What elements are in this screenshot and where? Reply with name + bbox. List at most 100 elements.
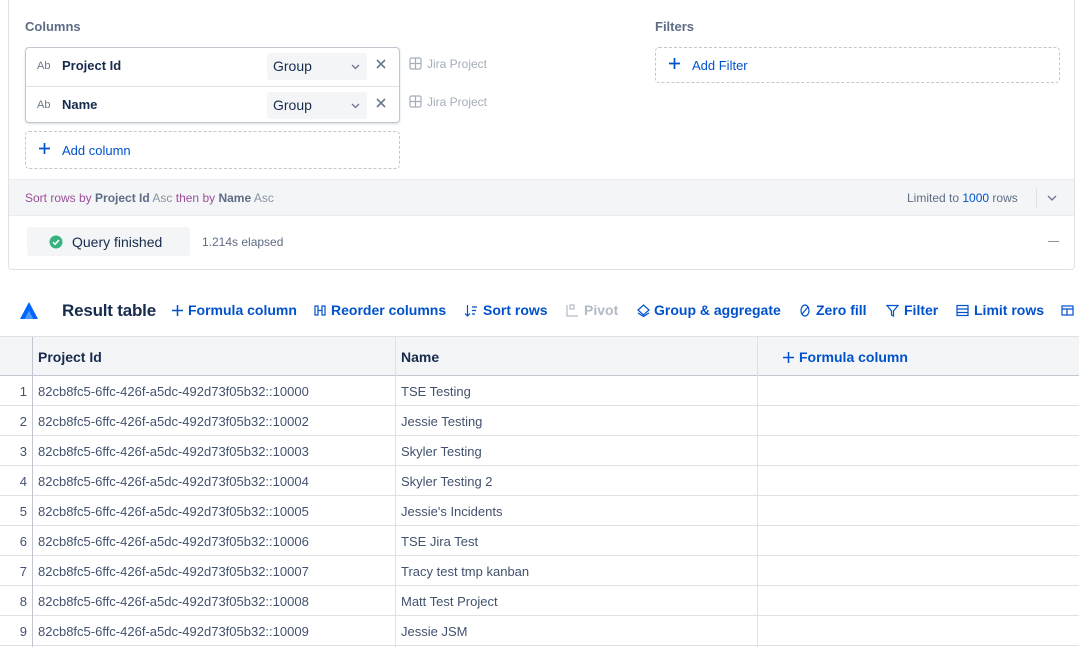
row-number: 5 (19, 504, 27, 519)
sort-summary[interactable]: Sort rows by Project Id Asc then by Name… (25, 191, 274, 205)
row-number: 2 (19, 414, 27, 429)
sort-icon (464, 305, 477, 317)
column-header-project-id[interactable]: Project Id (38, 349, 102, 365)
sort-field: Name (218, 191, 252, 205)
sort-direction: Asc (253, 191, 274, 205)
cell-project-id[interactable]: 82cb8fc5-6ffc-426f-a5dc-492d73f05b32::10… (38, 384, 309, 399)
cell-project-id[interactable]: 82cb8fc5-6ffc-426f-a5dc-492d73f05b32::10… (38, 534, 309, 549)
row-number: 1 (19, 384, 27, 399)
plus-icon (39, 143, 50, 154)
plus-icon (172, 305, 183, 316)
reorder-columns-label: Reorder columns (331, 302, 447, 318)
add-column-button[interactable]: Add column (25, 131, 400, 169)
sort-field: Project Id (95, 191, 150, 205)
chevron-down-icon (351, 64, 360, 70)
cell-name[interactable]: TSE Testing (401, 384, 471, 399)
table-row[interactable]: 2 82cb8fc5-6ffc-426f-a5dc-492d73f05b32::1… (0, 406, 1079, 436)
sort-rows-label: Sort rows (483, 302, 548, 318)
status-label: Query finished (72, 234, 163, 250)
table-header: Project Id Name Formula column (0, 337, 1079, 376)
divider (1036, 188, 1037, 208)
column-divider[interactable] (757, 337, 758, 647)
cell-project-id[interactable]: 82cb8fc5-6ffc-426f-a5dc-492d73f05b32::10… (38, 624, 309, 639)
row-number: 9 (19, 624, 27, 639)
column-header-name[interactable]: Name (401, 349, 439, 365)
cell-name[interactable]: Skyler Testing 2 (401, 474, 493, 489)
column-divider[interactable] (395, 337, 396, 647)
cell-name[interactable]: Jessie Testing (401, 414, 482, 429)
row-number: 4 (19, 474, 27, 489)
plus-icon (669, 58, 680, 69)
aggregation-select[interactable]: Group (267, 53, 367, 80)
cell-name[interactable]: Jessie's Incidents (401, 504, 502, 519)
column-name: Name (62, 97, 98, 112)
string-type-badge: Ab (37, 60, 51, 72)
cell-project-id[interactable]: 82cb8fc5-6ffc-426f-a5dc-492d73f05b32::10… (38, 564, 309, 579)
result-table-title: Result table (62, 301, 156, 320)
filter-icon (886, 304, 899, 317)
logo-icon (20, 302, 38, 319)
source-label: Jira Project (427, 95, 488, 109)
result-toolbar: Result table Formula column Reorder colu… (0, 292, 1079, 330)
add-column-label: Add column (62, 143, 131, 158)
zero-fill-label: Zero fill (816, 302, 867, 318)
collapse-icon[interactable] (1048, 241, 1059, 242)
sort-joiner: then by (175, 191, 216, 205)
limit-icon (956, 304, 969, 317)
group-icon (637, 304, 650, 317)
column-row[interactable]: Ab Name Group (26, 86, 399, 124)
limit-summary[interactable]: Limited to 1000 rows (907, 191, 1018, 205)
add-filter-label: Add Filter (692, 58, 748, 73)
table-row[interactable]: 6 82cb8fc5-6ffc-426f-a5dc-492d73f05b32::1… (0, 526, 1079, 556)
pivot-label: Pivot (584, 302, 619, 318)
group-aggregate-label: Group & aggregate (654, 302, 781, 318)
close-icon[interactable] (375, 97, 387, 109)
aggregation-value: Group (273, 97, 312, 113)
limit-prefix: Limited to (907, 191, 960, 205)
reorder-icon (314, 305, 326, 316)
source-label: Jira Project (427, 57, 488, 71)
chevron-down-icon[interactable] (1046, 192, 1058, 204)
table-row[interactable]: 8 82cb8fc5-6ffc-426f-a5dc-492d73f05b32::1… (0, 586, 1079, 616)
filters-section-label: Filters (655, 19, 695, 34)
cell-project-id[interactable]: 82cb8fc5-6ffc-426f-a5dc-492d73f05b32::10… (38, 594, 309, 609)
table-row[interactable]: 1 82cb8fc5-6ffc-426f-a5dc-492d73f05b32::1… (0, 376, 1079, 406)
cell-name[interactable]: Matt Test Project (401, 594, 498, 609)
add-filter-button[interactable]: Add Filter (655, 47, 1060, 83)
column-name: Project Id (62, 58, 122, 73)
pivot-icon (566, 304, 578, 317)
cell-name[interactable]: Skyler Testing (401, 444, 482, 459)
query-status-badge: Query finished (27, 227, 190, 256)
cell-project-id[interactable]: 82cb8fc5-6ffc-426f-a5dc-492d73f05b32::10… (38, 444, 309, 459)
query-builder-panel: Columns Filters Ab Project Id Group Ab N… (8, 0, 1075, 270)
cell-name[interactable]: Tracy test tmp kanban (401, 564, 529, 579)
row-number: 3 (19, 444, 27, 459)
string-type-badge: Ab (37, 99, 51, 111)
row-number: 8 (19, 594, 27, 609)
limit-value: 1000 (962, 191, 990, 205)
table-icon (409, 57, 422, 70)
cell-project-id[interactable]: 82cb8fc5-6ffc-426f-a5dc-492d73f05b32::10… (38, 474, 309, 489)
elapsed-time: 1.214s elapsed (202, 235, 284, 249)
column-list: Ab Project Id Group Ab Name Group (25, 47, 400, 123)
table-row[interactable]: 7 82cb8fc5-6ffc-426f-a5dc-492d73f05b32::1… (0, 556, 1079, 586)
table-row[interactable]: 5 82cb8fc5-6ffc-426f-a5dc-492d73f05b32::1… (0, 496, 1079, 526)
formula-column-header-label: Formula column (799, 349, 908, 365)
aggregation-select[interactable]: Group (267, 92, 367, 119)
table-row[interactable]: 9 82cb8fc5-6ffc-426f-a5dc-492d73f05b32::1… (0, 616, 1079, 646)
check-circle-icon (49, 235, 63, 249)
table-row[interactable]: 4 82cb8fc5-6ffc-426f-a5dc-492d73f05b32::1… (0, 466, 1079, 496)
result-table: Project Id Name Formula column 1 82cb8fc5… (0, 336, 1079, 647)
cell-name[interactable]: Jessie JSM (401, 624, 467, 639)
column-row[interactable]: Ab Project Id Group (26, 48, 399, 86)
sort-direction: Asc (152, 191, 173, 205)
filter-label: Filter (904, 302, 939, 318)
columns-section-label: Columns (25, 19, 81, 34)
cell-project-id[interactable]: 82cb8fc5-6ffc-426f-a5dc-492d73f05b32::10… (38, 504, 309, 519)
cell-name[interactable]: TSE Jira Test (401, 534, 478, 549)
cell-project-id[interactable]: 82cb8fc5-6ffc-426f-a5dc-492d73f05b32::10… (38, 414, 309, 429)
aggregation-value: Group (273, 58, 312, 74)
close-icon[interactable] (375, 58, 387, 70)
chevron-down-icon (351, 103, 360, 109)
table-row[interactable]: 3 82cb8fc5-6ffc-426f-a5dc-492d73f05b32::1… (0, 436, 1079, 466)
